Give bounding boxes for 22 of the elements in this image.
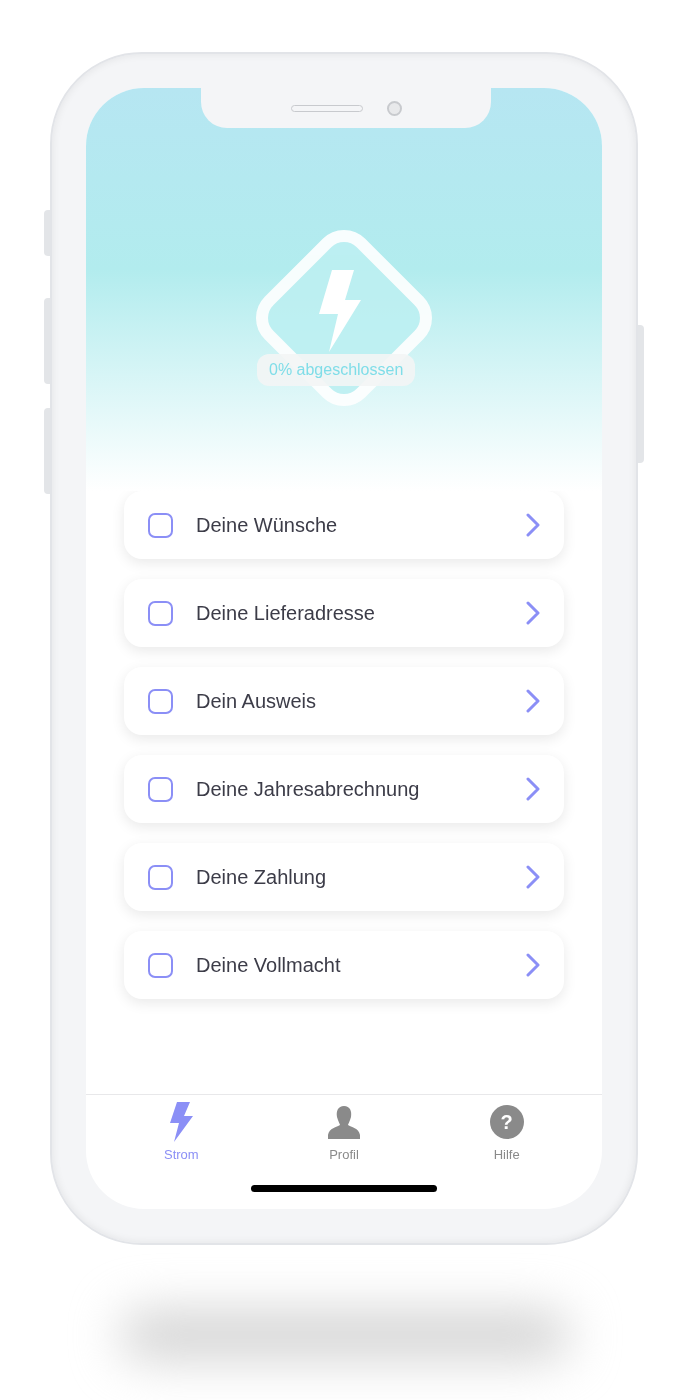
lightning-icon [168,1101,195,1142]
chevron-right-icon [526,865,540,889]
step-item[interactable]: Dein Ausweis [124,667,564,735]
progress-label: 0% abgeschlossen [257,354,416,386]
chevron-right-icon [526,601,540,625]
step-item[interactable]: Deine Zahlung [124,843,564,911]
checkbox[interactable] [148,688,173,714]
help-icon: ? [489,1104,524,1139]
checkbox[interactable] [148,512,173,538]
chevron-right-icon [526,777,540,801]
checkbox[interactable] [148,776,173,802]
step-item[interactable]: Deine Jahresabrechnung [124,755,564,823]
checkbox[interactable] [148,952,173,978]
step-item[interactable]: Deine Vollmacht [124,931,564,999]
chevron-right-icon [526,953,540,977]
chevron-right-icon [526,513,540,537]
checkbox[interactable] [148,864,173,890]
step-item[interactable]: Deine Lieferadresse [124,579,564,647]
person-icon [327,1104,361,1139]
chevron-right-icon [526,689,540,713]
checkbox[interactable] [148,600,173,626]
step-item[interactable]: Deine Wünsche [124,491,564,559]
